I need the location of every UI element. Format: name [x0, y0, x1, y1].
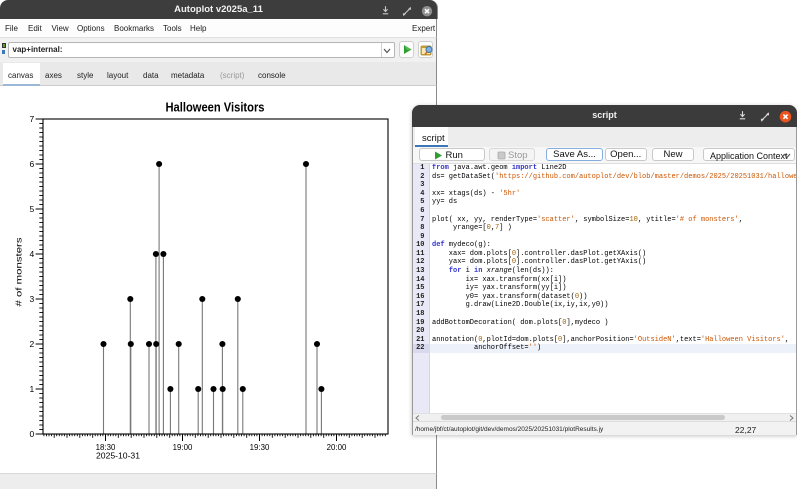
svg-text:1: 1: [29, 384, 34, 394]
svg-text:2025-10-31: 2025-10-31: [96, 451, 141, 460]
svg-text:# of monsters: # of monsters: [13, 238, 23, 307]
svg-text:19:00: 19:00: [173, 443, 193, 452]
svg-text:0: 0: [29, 429, 34, 439]
svg-text:5: 5: [29, 204, 34, 214]
svg-text:2: 2: [29, 339, 34, 349]
svg-text:20:00: 20:00: [327, 443, 347, 452]
svg-text:19:30: 19:30: [250, 443, 270, 452]
svg-text:7: 7: [29, 114, 34, 124]
svg-text:3: 3: [29, 294, 34, 304]
svg-text:4: 4: [29, 249, 34, 259]
svg-text:Halloween Visitors: Halloween Visitors: [166, 100, 265, 115]
svg-text:6: 6: [29, 159, 34, 169]
